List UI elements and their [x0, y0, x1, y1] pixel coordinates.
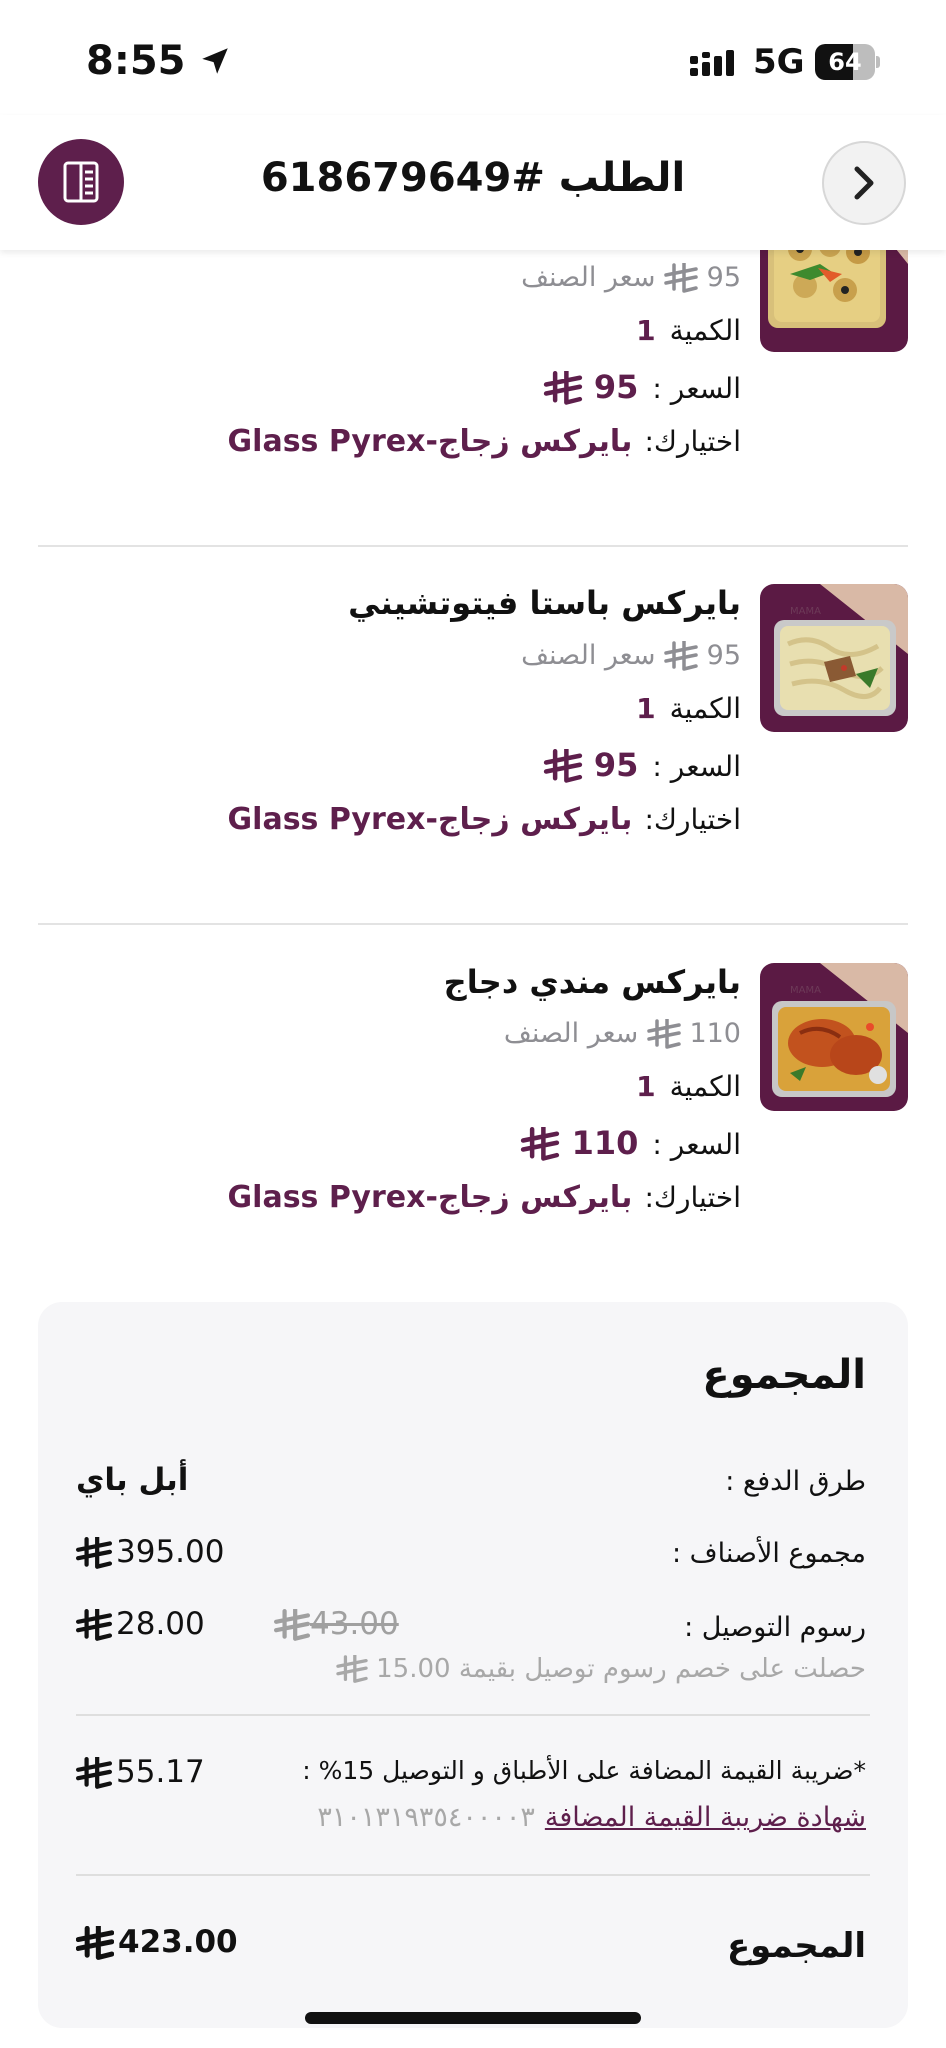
riyal-icon [664, 640, 698, 671]
price-line: السعر :110 [520, 1124, 741, 1163]
battery-level: 64 [828, 48, 862, 76]
vat-number: ٣١٠١٣١٩٣٥٤٠٠٠٠٣ [317, 1802, 535, 1833]
riyal-icon [76, 1925, 114, 1960]
option-value: بايركس زجاج-Glass Pyrex [227, 424, 633, 459]
delivery-original-fee: 43.00 [274, 1606, 399, 1643]
divider [38, 923, 908, 925]
summary-title: المجموع [702, 1352, 866, 1398]
riyal-icon [543, 371, 582, 405]
items-total-label: مجموع الأصناف : [671, 1538, 866, 1569]
riyal-icon [521, 1127, 560, 1161]
vat-certificate-link[interactable]: شهادة ضريبة القيمة المضافة [545, 1802, 866, 1833]
riyal-icon [76, 1536, 112, 1569]
battery-icon: 64 [815, 44, 881, 80]
item-image: MAMA [760, 963, 908, 1111]
option-line: اختيارك:بايركس زجاج-Glass Pyrex [227, 424, 741, 459]
quantity-value: 1 [636, 692, 656, 725]
items-total-value: 395.00 [76, 1534, 224, 1571]
price-line: السعر :95 [543, 368, 741, 407]
quantity-value: 1 [636, 314, 656, 347]
riyal-icon [543, 749, 582, 783]
item-price: 95 [543, 746, 638, 784]
signal-icon [690, 50, 734, 76]
home-indicator[interactable] [305, 2012, 641, 2024]
item-image: MAMA [760, 584, 908, 732]
item-price: 95 [543, 368, 638, 406]
network-type: 5G [753, 42, 805, 82]
delivery-discount-note: حصلت على خصم رسوم توصيل بقيمة 15.00 [336, 1654, 866, 1685]
status-time: 8:55 [86, 38, 186, 84]
unit-price: 95 سعر الصنف [521, 262, 741, 293]
grand-total-label: المجموع [726, 1926, 866, 1966]
riyal-icon [76, 1756, 112, 1789]
vat-value: 55.17 [76, 1754, 205, 1791]
quantity-value: 1 [636, 1070, 656, 1103]
payment-method-value: أبل باي [76, 1462, 189, 1498]
order-summary: المجموع طرق الدفع : أبل باي مجموع الأصنا… [38, 1302, 908, 2028]
receipt-icon [63, 161, 99, 203]
payment-method-label: طرق الدفع : [725, 1466, 866, 1497]
item-price: 110 [520, 1124, 638, 1162]
riyal-icon [274, 1608, 310, 1641]
divider [76, 1714, 870, 1716]
unit-price: 110 سعر الصنف [503, 1018, 741, 1049]
quantity-line: الكمية1 [636, 314, 741, 347]
order-header: الطلب #618679649 [0, 115, 946, 250]
riyal-icon [336, 1654, 368, 1683]
vat-label: *ضريبة القيمة المضافة على الأطباق و التو… [302, 1756, 866, 1785]
item-name: بايركس باستا فيتوتشيني [348, 584, 741, 622]
delivery-fee-label: رسوم التوصيل : [684, 1612, 866, 1643]
vat-certificate: شهادة ضريبة القيمة المضافة ٣١٠١٣١٩٣٥٤٠٠٠٠… [317, 1802, 866, 1833]
option-line: اختيارك:بايركس زجاج-Glass Pyrex [227, 1180, 741, 1215]
page-title: الطلب #618679649 [260, 155, 686, 201]
svg-text:MAMA: MAMA [790, 985, 821, 996]
option-value: بايركس زجاج-Glass Pyrex [227, 802, 633, 837]
quantity-line: الكمية1 [636, 692, 741, 725]
chevron-right-icon [854, 166, 874, 200]
location-arrow-icon [202, 48, 228, 74]
svg-text:MAMA: MAMA [790, 606, 821, 617]
option-line: اختيارك:بايركس زجاج-Glass Pyrex [227, 802, 741, 837]
quantity-line: الكمية1 [636, 1070, 741, 1103]
riyal-icon [664, 262, 698, 293]
riyal-icon [647, 1018, 681, 1049]
option-value: بايركس زجاج-Glass Pyrex [227, 1180, 633, 1215]
receipt-button[interactable] [38, 139, 124, 225]
riyal-icon [76, 1608, 112, 1641]
item-name: بايركس مندي دجاج [443, 963, 741, 1001]
status-bar: 8:55 5G 64 [0, 0, 946, 115]
back-button[interactable] [822, 141, 906, 225]
delivery-fee-value: 28.00 [76, 1606, 205, 1643]
grand-total-value: 423.00 [76, 1924, 238, 1962]
unit-price: 95 سعر الصنف [521, 640, 741, 671]
divider [38, 545, 908, 547]
price-line: السعر :95 [543, 746, 741, 785]
divider [76, 1874, 870, 1876]
